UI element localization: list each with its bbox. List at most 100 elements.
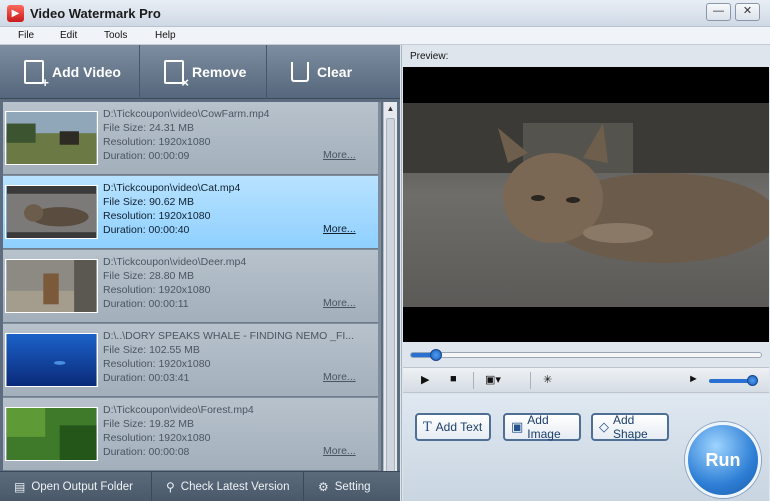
- video-duration: Duration: 00:00:08: [103, 446, 190, 458]
- remove-label: Remove: [192, 64, 247, 80]
- more-link[interactable]: More...: [323, 223, 356, 235]
- open-output-folder-label: Open Output Folder: [31, 481, 133, 493]
- video-size: File Size: 24.31 MB: [103, 122, 195, 134]
- add-file-icon: +: [24, 60, 49, 89]
- video-thumbnail: [5, 407, 98, 461]
- add-video-button[interactable]: + Add Video: [0, 45, 140, 99]
- clear-label: Clear: [317, 64, 353, 80]
- add-text-label: Add Text: [435, 420, 483, 434]
- title-bar: ▶ Video Watermark Pro — ✕: [0, 0, 770, 27]
- video-path: D:\Tickcoupon\video\Forest.mp4: [103, 404, 254, 416]
- seek-handle[interactable]: [429, 349, 442, 361]
- seek-bar[interactable]: [410, 349, 762, 361]
- folder-icon: ▤: [14, 480, 26, 494]
- watermark-actions: T Add Text ▣ Add Image ◇ Add Shape Run: [403, 395, 769, 501]
- divider: [473, 372, 474, 389]
- video-path: D:\..\DORY SPEAKS WHALE - FINDING NEMO _…: [103, 330, 355, 342]
- video-meta: D:\Tickcoupon\video\Cat.mp4 File Size: 9…: [103, 181, 240, 237]
- close-icon: ✕: [742, 5, 753, 17]
- add-shape-label: Add Shape: [613, 413, 648, 441]
- app-logo-icon: ▶: [7, 5, 24, 22]
- video-resolution: Resolution: 1920x1080: [103, 358, 211, 370]
- video-path: D:\Tickcoupon\video\CowFarm.mp4: [103, 108, 270, 120]
- video-preview[interactable]: [403, 67, 769, 342]
- video-duration: Duration: 00:00:11: [103, 298, 189, 310]
- menu-file[interactable]: File: [18, 30, 34, 41]
- more-link[interactable]: More...: [323, 371, 356, 383]
- video-duration: Duration: 00:00:40: [103, 224, 190, 236]
- text-icon: T: [423, 419, 432, 435]
- video-resolution: Resolution: 1920x1080: [103, 136, 211, 148]
- video-duration: Duration: 00:03:41: [103, 372, 190, 384]
- video-item-forest[interactable]: D:\Tickcoupon\video\Forest.mp4 File Size…: [3, 398, 378, 471]
- video-path: D:\Tickcoupon\video\Deer.mp4: [103, 256, 247, 268]
- run-button[interactable]: Run: [685, 422, 761, 498]
- effects-icon[interactable]: ✳: [543, 373, 552, 386]
- more-link[interactable]: More...: [323, 149, 356, 161]
- volume-icon: ►: [688, 373, 699, 385]
- video-meta: D:\Tickcoupon\video\Deer.mp4 File Size: …: [103, 255, 246, 311]
- video-item-dory[interactable]: D:\..\DORY SPEAKS WHALE - FINDING NEMO _…: [3, 324, 378, 397]
- video-resolution: Resolution: 1920x1080: [103, 432, 211, 444]
- scroll-up-icon[interactable]: ▲: [384, 102, 397, 116]
- volume-slider[interactable]: [709, 375, 758, 386]
- menu-bar: File Edit Tools Help: [0, 27, 770, 45]
- add-image-button[interactable]: ▣ Add Image: [503, 413, 581, 441]
- gear-icon: ⚙: [318, 480, 329, 494]
- more-link[interactable]: More...: [323, 445, 356, 457]
- video-resolution: Resolution: 1920x1080: [103, 210, 211, 222]
- clear-button[interactable]: Clear: [267, 45, 400, 99]
- image-icon: ▣: [511, 419, 524, 435]
- video-thumbnail: [5, 111, 98, 165]
- menu-edit[interactable]: Edit: [60, 30, 77, 41]
- video-list-panel: + Add Video × Remove Clear D:\Tickcoupon…: [0, 45, 400, 501]
- video-item-cowfarm[interactable]: D:\Tickcoupon\video\CowFarm.mp4 File Siz…: [3, 102, 378, 175]
- video-thumbnail: [5, 333, 98, 387]
- video-path: D:\Tickcoupon\video\Cat.mp4: [103, 182, 241, 194]
- divider: [530, 372, 531, 389]
- window-title: Video Watermark Pro: [30, 6, 161, 21]
- preview-label: Preview:: [410, 51, 449, 62]
- video-size: File Size: 19.82 MB: [103, 418, 195, 430]
- add-text-button[interactable]: T Add Text: [415, 413, 491, 441]
- video-size: File Size: 102.55 MB: [103, 344, 200, 356]
- minimize-button[interactable]: —: [706, 3, 731, 21]
- volume-handle[interactable]: [747, 375, 758, 386]
- setting-label: Setting: [334, 481, 371, 493]
- menu-tools[interactable]: Tools: [104, 30, 127, 41]
- shape-icon: ◇: [599, 419, 609, 435]
- menu-help[interactable]: Help: [155, 30, 176, 41]
- scroll-thumb[interactable]: [386, 118, 395, 498]
- play-icon[interactable]: ▶: [421, 373, 429, 386]
- stop-icon[interactable]: ■: [450, 373, 457, 385]
- video-resolution: Resolution: 1920x1080: [103, 284, 211, 296]
- list-toolbar: + Add Video × Remove Clear: [0, 45, 400, 99]
- minimize-icon: —: [713, 5, 724, 17]
- more-link[interactable]: More...: [323, 297, 356, 309]
- open-output-folder-button[interactable]: ▤ Open Output Folder: [0, 472, 152, 501]
- add-image-label: Add Image: [527, 413, 561, 441]
- close-button[interactable]: ✕: [735, 3, 760, 21]
- list-scrollbar[interactable]: ▲ ▼: [383, 102, 397, 501]
- snapshot-icon[interactable]: ▣▾: [485, 373, 501, 386]
- video-meta: D:\Tickcoupon\video\CowFarm.mp4 File Siz…: [103, 107, 270, 163]
- bottom-bar: ▤ Open Output Folder ⚲ Check Latest Vers…: [0, 471, 400, 501]
- add-shape-button[interactable]: ◇ Add Shape: [591, 413, 669, 441]
- video-thumbnail: [5, 259, 98, 313]
- video-item-cat[interactable]: D:\Tickcoupon\video\Cat.mp4 File Size: 9…: [3, 176, 378, 249]
- video-size: File Size: 90.62 MB: [103, 196, 195, 208]
- setting-button[interactable]: ⚙ Setting: [304, 472, 400, 501]
- remove-button[interactable]: × Remove: [140, 45, 267, 99]
- preview-frame: [403, 103, 769, 307]
- check-latest-version-button[interactable]: ⚲ Check Latest Version: [152, 472, 304, 501]
- remove-file-icon: ×: [164, 60, 189, 89]
- playback-controls: ▶ ■ ▣▾ ✳ ►: [403, 367, 769, 393]
- video-duration: Duration: 00:00:09: [103, 150, 190, 162]
- check-latest-version-label: Check Latest Version: [180, 481, 290, 493]
- video-meta: D:\Tickcoupon\video\Forest.mp4 File Size…: [103, 403, 254, 459]
- video-thumbnail: [5, 185, 98, 239]
- add-video-label: Add Video: [52, 64, 121, 80]
- search-icon: ⚲: [166, 480, 175, 494]
- preview-panel: Preview: ▶ ■ ▣▾ ✳ ► T Add Text ▣ Add Ima…: [401, 45, 770, 501]
- video-item-deer[interactable]: D:\Tickcoupon\video\Deer.mp4 File Size: …: [3, 250, 378, 323]
